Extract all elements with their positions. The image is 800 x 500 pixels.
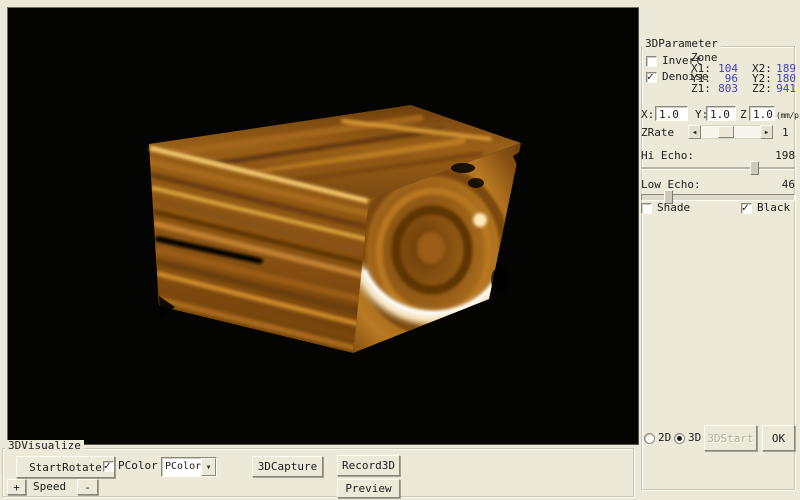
dropdown-arrow-icon[interactable]: ▼ <box>201 458 216 476</box>
x-scale-label: X: <box>641 109 654 121</box>
invert-checkbox[interactable]: ✓ <box>646 56 657 67</box>
preview-button[interactable]: Preview <box>337 479 400 498</box>
denoise-checkbox[interactable]: ✓ <box>646 72 657 83</box>
3dcapture-button[interactable]: 3DCapture <box>252 456 323 477</box>
speed-label: Speed <box>33 481 66 493</box>
pcolor-checkbox[interactable]: ✓ <box>103 461 114 472</box>
y-scale-input[interactable]: 1.0 <box>706 106 736 121</box>
scroll-right-icon[interactable]: ▶ <box>760 125 773 139</box>
parameter-group-title: 3DParameter <box>642 38 721 50</box>
checkmark-icon: ✓ <box>104 459 111 472</box>
shade-checkbox[interactable]: ✓ <box>641 203 652 214</box>
x-scale-input[interactable]: 1.0 <box>655 106 688 121</box>
zrate-value: 1 <box>782 127 789 139</box>
zrate-thumb[interactable] <box>718 126 734 138</box>
scale-unit-label: (mm/p) <box>776 110 800 122</box>
scroll-left-icon[interactable]: ◀ <box>688 125 701 139</box>
zone-z2-label: Z2: <box>752 83 772 95</box>
ok-button[interactable]: OK <box>762 425 795 451</box>
record3d-button[interactable]: Record3D <box>337 455 400 476</box>
volume-render <box>8 8 638 444</box>
pcolor-label: PColor <box>118 460 158 472</box>
3dstart-button[interactable]: 3DStart <box>704 425 757 451</box>
mode-3d-radio[interactable] <box>674 433 685 444</box>
zone-z2-value: 941 <box>770 83 796 95</box>
black-label: Black <box>757 202 790 214</box>
black-checkbox[interactable]: ✓ <box>741 203 752 214</box>
hi-echo-track <box>641 167 795 170</box>
zrate-track[interactable] <box>701 125 760 139</box>
zrate-label: ZRate <box>641 127 674 139</box>
mode-3d-label: 3D <box>688 432 701 444</box>
visualize-group-title: 3DVisualize <box>5 440 84 452</box>
mode-2d-radio[interactable] <box>644 433 655 444</box>
mode-2d-label: 2D <box>658 432 671 444</box>
zone-z1-label: Z1: <box>691 83 711 95</box>
checkmark-icon: ✓ <box>742 201 749 214</box>
hi-echo-slider[interactable] <box>641 161 795 175</box>
zone-z1-value: 803 <box>712 83 738 95</box>
zrate-scrollbar: ◀ ▶ <box>688 125 773 139</box>
pcolor-dropdown-value: PColor <box>162 458 201 476</box>
speed-plus-button[interactable]: + <box>7 479 26 495</box>
start-rotate-button[interactable]: StartRotate <box>16 456 115 478</box>
app-window: 3DParameter ✓ Invert ✓ Denoise Zone X1: … <box>0 0 800 500</box>
speed-minus-button[interactable]: - <box>77 479 98 495</box>
z-scale-input[interactable]: 1.0 <box>749 106 775 121</box>
hi-echo-thumb[interactable] <box>750 161 759 175</box>
checkmark-icon: ✓ <box>647 70 654 83</box>
shade-label: Shade <box>657 202 690 214</box>
3d-viewport[interactable] <box>7 7 639 445</box>
pcolor-dropdown[interactable]: PColor ▼ <box>161 457 217 477</box>
